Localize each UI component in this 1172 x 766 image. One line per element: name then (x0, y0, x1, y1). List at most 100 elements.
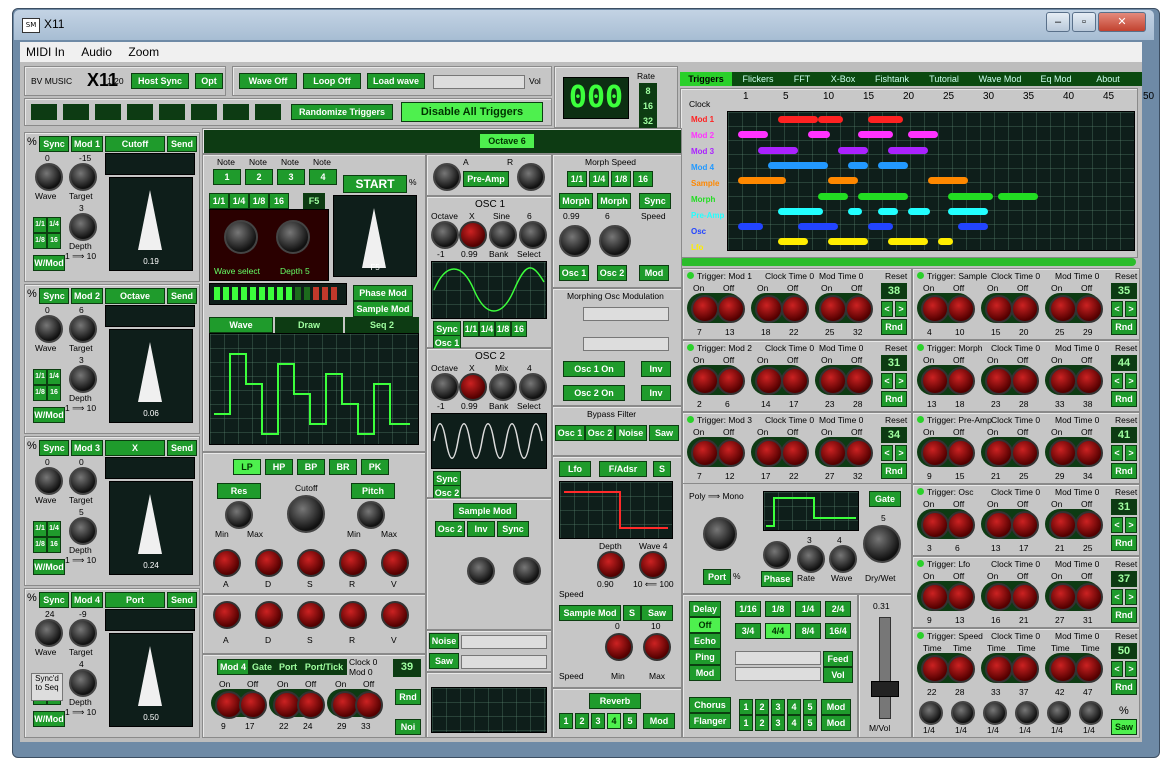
trigger-slot-7[interactable] (223, 104, 249, 120)
trigger-prev-button[interactable]: < (1111, 661, 1123, 677)
delay-div-button[interactable]: 1/4 (795, 601, 821, 617)
trigger-knob[interactable] (1075, 511, 1103, 539)
mod-target-knob[interactable] (69, 467, 97, 495)
note-3-button[interactable]: 3 (277, 169, 305, 185)
chorus-mod-button[interactable]: Mod (821, 699, 851, 715)
morph-button-1[interactable]: Morph (559, 193, 593, 209)
trigger-knob[interactable] (947, 367, 975, 395)
trigger-knob[interactable] (1049, 583, 1077, 611)
trigger-slot-3[interactable] (95, 104, 121, 120)
saw-button[interactable]: Saw (429, 653, 459, 669)
port-fx-button[interactable]: Port (703, 569, 731, 585)
amp-adsr-knob[interactable] (339, 601, 367, 629)
delay-off-button[interactable]: Off (689, 617, 721, 633)
menu-midi-in[interactable]: MIDI In (26, 42, 65, 62)
wave-fx-knob[interactable] (829, 545, 857, 573)
mod4-knob[interactable] (297, 691, 325, 719)
synced-to-seq-button[interactable]: Sync'd to Seq (31, 673, 63, 701)
trigger-knob[interactable] (755, 367, 783, 395)
trigger-prev-button[interactable]: < (1111, 589, 1123, 605)
trigger-prev-button[interactable]: < (1111, 445, 1123, 461)
trigger-prev-button[interactable]: < (1111, 517, 1123, 533)
bypass-saw-button[interactable]: Saw (649, 425, 679, 441)
mod-param-button[interactable]: Port (105, 592, 165, 608)
phase-button[interactable]: Phase (761, 571, 793, 587)
timeline-bar[interactable] (878, 161, 908, 169)
tab-xbox[interactable]: X-Box (820, 72, 866, 86)
pitch-knob[interactable] (357, 501, 385, 529)
mod-div-2[interactable]: 1/4 (47, 217, 61, 233)
delay-div-button[interactable]: 2/4 (825, 601, 851, 617)
trigger-next-button[interactable]: > (895, 373, 907, 389)
mod-sync-button[interactable]: Sync (39, 440, 69, 456)
trigger-prev-button[interactable]: < (1111, 373, 1123, 389)
mod-send-button[interactable]: Send (167, 288, 197, 304)
echo-button[interactable]: Echo (689, 633, 721, 649)
wave-tab[interactable]: Wave (209, 317, 273, 333)
mod-param-button[interactable]: Octave (105, 288, 165, 304)
flanger-number-button[interactable]: 5 (803, 715, 817, 731)
amp-adsr-knob[interactable] (381, 601, 409, 629)
rate-8-button[interactable]: 8 (639, 83, 657, 99)
trigger-knob[interactable] (947, 511, 975, 539)
res-button[interactable]: Res (217, 483, 261, 499)
mod-target-knob[interactable] (69, 163, 97, 191)
flanger-number-button[interactable]: 3 (771, 715, 785, 731)
mod-param-button[interactable]: Cutoff (105, 136, 165, 152)
note-4-button[interactable]: 4 (309, 169, 337, 185)
note-2-button[interactable]: 2 (245, 169, 273, 185)
speed-knob[interactable] (983, 701, 1007, 725)
chorus-number-button[interactable]: 4 (787, 699, 801, 715)
trigger-slot-2[interactable] (63, 104, 89, 120)
timeline-bar[interactable] (868, 116, 903, 123)
speed-knob[interactable] (1047, 701, 1071, 725)
mod-depth-knob[interactable] (69, 517, 97, 545)
master-volume-fader[interactable] (871, 681, 899, 697)
tab-fishtank[interactable]: Fishtank (866, 72, 918, 86)
trigger-knob[interactable] (985, 367, 1013, 395)
delay-div-button[interactable]: 16/4 (825, 623, 851, 639)
speed-knob[interactable] (1015, 701, 1039, 725)
timeline-bar[interactable] (848, 207, 862, 215)
trigger-knob[interactable] (985, 583, 1013, 611)
timeline-bar[interactable] (938, 238, 953, 246)
amp-adsr-knob[interactable] (213, 601, 241, 629)
trigger-slot-4[interactable] (127, 104, 153, 120)
saw-slider[interactable] (461, 655, 547, 669)
trigger-knob[interactable] (819, 295, 847, 323)
bypass-osc2-button[interactable]: Osc 2 (585, 425, 615, 441)
trigger-knob[interactable] (781, 367, 809, 395)
amp-adsr-knob[interactable] (297, 601, 325, 629)
mod-div-1[interactable]: 1/1 (33, 521, 47, 537)
timeline-bar[interactable] (758, 146, 798, 154)
trigger-rnd-button[interactable]: Rnd (1111, 391, 1137, 407)
seq-div-1-8[interactable]: 1/8 (249, 193, 269, 209)
reverb-number-button[interactable]: 3 (591, 713, 605, 729)
morph-mod-slider-1[interactable] (583, 307, 669, 321)
trigger-slot-5[interactable] (159, 104, 185, 120)
trigger-knob[interactable] (781, 439, 809, 467)
trigger-knob[interactable] (1049, 511, 1077, 539)
chorus-number-button[interactable]: 5 (803, 699, 817, 715)
trigger-knob[interactable] (1075, 655, 1103, 683)
delay-div-button[interactable]: 4/4 (765, 623, 791, 639)
wave-select-knob[interactable] (224, 220, 258, 254)
trigger-next-button[interactable]: > (1125, 301, 1137, 317)
trigger-rnd-button[interactable]: Rnd (1111, 679, 1137, 695)
morph-inv-button-2[interactable]: Inv (641, 385, 671, 401)
trigger-knob[interactable] (921, 295, 949, 323)
osc-sync-mod-button[interactable]: Sync (497, 521, 529, 537)
osc1-select-knob[interactable] (519, 221, 547, 249)
osc1-div-4[interactable]: 16 (511, 321, 527, 337)
trigger-knob[interactable] (819, 367, 847, 395)
timeline-bar[interactable] (798, 223, 838, 231)
minimize-button[interactable]: – (1046, 12, 1070, 32)
volume-slider[interactable] (433, 75, 525, 89)
filter-type-button[interactable]: BR (329, 459, 357, 475)
trigger-rnd-button[interactable]: Rnd (1111, 319, 1137, 335)
octave-display[interactable]: Octave 6 (479, 133, 535, 149)
trigger-knob[interactable] (947, 583, 975, 611)
timeline-bar[interactable] (738, 177, 786, 185)
rate-knob[interactable] (797, 545, 825, 573)
lfo-sample-max-knob[interactable] (643, 633, 671, 661)
